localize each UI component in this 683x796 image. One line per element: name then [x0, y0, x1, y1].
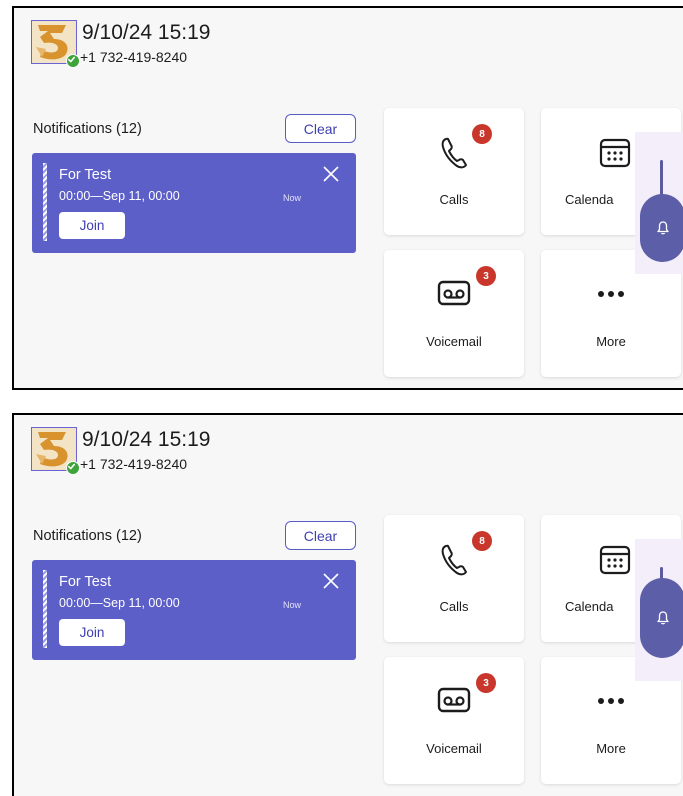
notification-drawer-handle[interactable] — [640, 194, 683, 262]
voicemail-label: Voicemail — [426, 741, 482, 756]
calendar-label: Calenda — [565, 599, 614, 614]
clear-notifications-button[interactable]: Clear — [285, 114, 356, 143]
phone-number: +1 732-419-8240 — [80, 49, 188, 65]
notifications-title: Notifications (12) — [33, 121, 142, 137]
notification-card[interactable]: For Test 00:00—Sep 11, 00:00 Now Join — [32, 153, 356, 253]
notification-time: 00:00—Sep 11, 00:00 — [59, 596, 180, 610]
more-label: More — [596, 741, 626, 756]
voicemail-label: Voicemail — [426, 334, 482, 349]
calls-label: Calls — [439, 599, 469, 614]
notification-status: Now — [283, 193, 302, 203]
notification-card[interactable]: For Test 00:00—Sep 11, 00:00 Now Join — [32, 560, 356, 660]
calls-tile[interactable]: 8 Calls — [384, 515, 524, 642]
voicemail-badge: 3 — [476, 673, 496, 693]
date-time: 9/10/24 15:19 — [82, 21, 211, 44]
more-dots-icon — [598, 698, 624, 704]
voicemail-icon — [437, 687, 471, 713]
notification-time: 00:00—Sep 11, 00:00 — [59, 189, 180, 203]
clear-notifications-button[interactable]: Clear — [285, 521, 356, 550]
notifications-title: Notifications (12) — [33, 528, 142, 544]
join-button[interactable]: Join — [59, 212, 125, 239]
date-time: 9/10/24 15:19 — [82, 428, 211, 451]
bell-icon — [656, 221, 669, 235]
calls-label: Calls — [439, 192, 469, 207]
notification-title: For Test — [59, 167, 112, 183]
more-label: More — [596, 334, 626, 349]
voicemail-tile[interactable]: 3 Voicemail — [384, 250, 524, 377]
voicemail-tile[interactable]: 3 Voicemail — [384, 657, 524, 784]
join-button[interactable]: Join — [59, 619, 125, 646]
avatar[interactable] — [31, 427, 80, 475]
notification-status: Now — [283, 600, 302, 610]
bell-icon — [656, 611, 669, 625]
notification-title: For Test — [59, 574, 112, 590]
calendar-icon — [599, 138, 631, 168]
voicemail-badge: 3 — [476, 266, 496, 286]
card-grip — [43, 163, 47, 241]
calls-badge: 8 — [472, 124, 492, 144]
voicemail-icon — [437, 280, 471, 306]
close-icon[interactable] — [322, 165, 340, 183]
phone-home-screen-2: 9/10/24 15:19 +1 732-419-8240 Notificati… — [12, 413, 683, 796]
card-grip — [43, 570, 47, 648]
available-check-icon — [66, 461, 80, 475]
calls-badge: 8 — [472, 531, 492, 551]
calls-tile[interactable]: 8 Calls — [384, 108, 524, 235]
phone-home-screen-1: 9/10/24 15:19 +1 732-419-8240 Notificati… — [12, 6, 683, 390]
close-icon[interactable] — [322, 572, 340, 590]
available-check-icon — [66, 54, 80, 68]
more-dots-icon — [598, 291, 624, 297]
notification-drawer-handle[interactable] — [640, 578, 683, 658]
phone-icon — [441, 544, 467, 576]
calendar-icon — [599, 545, 631, 575]
phone-number: +1 732-419-8240 — [80, 456, 188, 472]
calendar-label: Calenda — [565, 192, 614, 207]
phone-icon — [441, 137, 467, 169]
avatar[interactable] — [31, 20, 80, 68]
